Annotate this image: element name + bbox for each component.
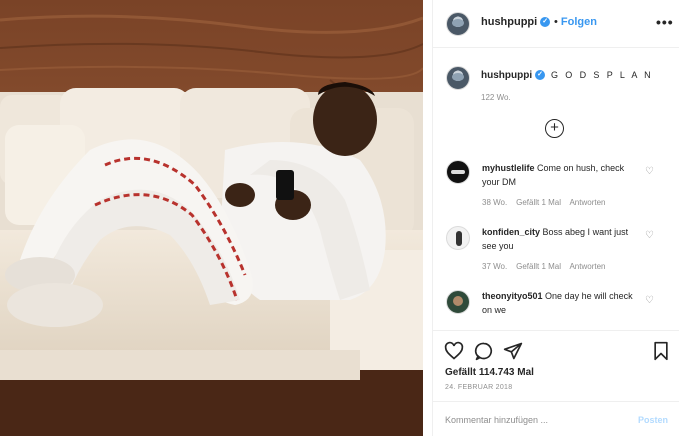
comment-input[interactable]: Kommentar hinzufügen ... — [445, 415, 548, 425]
author-username[interactable]: hushpuppi ✓ — [481, 16, 551, 28]
comment-icon[interactable] — [474, 341, 494, 361]
heart-icon[interactable] — [444, 341, 464, 361]
caption-text: G O D S P L A N — [551, 70, 654, 80]
comment-age: 38 Wo. — [482, 198, 508, 207]
comment-reply-button[interactable]: Antworten — [569, 198, 605, 207]
comment-like-heart-icon[interactable]: ♡ — [645, 230, 654, 241]
comment-item: konfiden_city Boss abeg I want just see … — [482, 225, 642, 253]
comment-username[interactable]: theonyityo501 — [482, 291, 543, 301]
comment-item: myhustlelife Come on hush, check your DM — [482, 161, 642, 189]
follow-button[interactable]: • Folgen — [554, 16, 597, 28]
verified-badge-icon: ✓ — [535, 70, 546, 81]
comment-avatar[interactable] — [446, 290, 470, 314]
post-photo[interactable] — [0, 0, 423, 436]
follow-label[interactable]: Folgen — [561, 16, 597, 28]
share-icon[interactable] — [503, 341, 523, 361]
bookmark-icon[interactable] — [651, 341, 671, 361]
separator-dot: • — [554, 16, 558, 28]
comment-avatar[interactable] — [446, 160, 470, 184]
caption-username[interactable]: hushpuppi ✓ — [481, 70, 546, 81]
post-side-panel: hushpuppi ✓ • Folgen ••• hushpuppi ✓ G O D… — [432, 0, 679, 436]
caption-age: 122 Wo. — [481, 93, 511, 102]
caption-author-avatar[interactable] — [446, 66, 470, 90]
comment-meta: 37 Wo. Gefällt 1 Mal Antworten — [482, 262, 605, 271]
comment-likes[interactable]: Gefällt 1 Mal — [516, 198, 561, 207]
comment-item: theonyityo501 One day he will check on w… — [482, 289, 642, 317]
comment-meta: 38 Wo. Gefällt 1 Mal Antworten — [482, 198, 605, 207]
post-comment-button[interactable]: Posten — [638, 415, 668, 425]
comment-avatar[interactable] — [446, 226, 470, 250]
comment-age: 37 Wo. — [482, 262, 508, 271]
post-actions: Gefällt 114.743 Mal 24. FEBRUAR 2018 Kom… — [433, 330, 679, 436]
comment-likes[interactable]: Gefällt 1 Mal — [516, 262, 561, 271]
post-photo-image — [0, 0, 423, 436]
likes-count[interactable]: Gefällt 114.743 Mal — [445, 367, 534, 378]
comment-like-heart-icon[interactable]: ♡ — [645, 166, 654, 177]
comment-reply-button[interactable]: Antworten — [569, 262, 605, 271]
post-header: hushpuppi ✓ • Folgen ••• — [433, 0, 679, 48]
verified-badge-icon: ✓ — [540, 17, 551, 28]
author-avatar[interactable] — [446, 12, 470, 36]
more-options-icon[interactable]: ••• — [656, 14, 674, 30]
load-more-comments-button[interactable]: + — [545, 119, 564, 138]
add-comment-bar: Kommentar hinzufügen ... Posten — [433, 401, 679, 436]
post-date: 24. FEBRUAR 2018 — [445, 384, 513, 391]
comment-like-heart-icon[interactable]: ♡ — [645, 295, 654, 306]
comment-username[interactable]: konfiden_city — [482, 227, 540, 237]
comment-username[interactable]: myhustlelife — [482, 163, 535, 173]
